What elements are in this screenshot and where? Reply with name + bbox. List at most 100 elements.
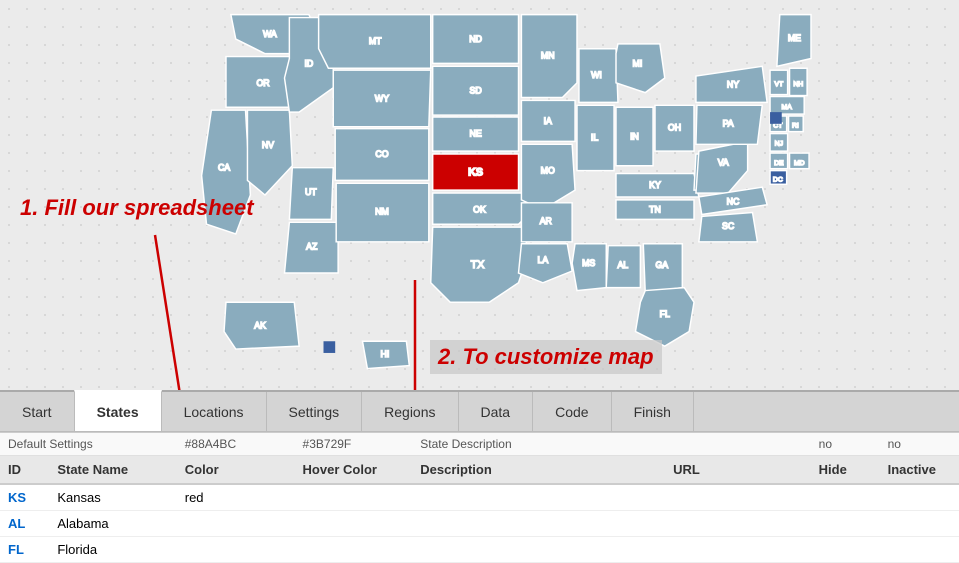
row-al-name[interactable]: Alabama (49, 511, 176, 537)
svg-text:CO: CO (375, 149, 388, 159)
svg-text:OK: OK (473, 205, 486, 215)
svg-text:OH: OH (668, 123, 681, 133)
svg-text:VA: VA (718, 158, 729, 168)
row-fl-hover[interactable] (295, 537, 413, 563)
svg-text:MA: MA (782, 104, 793, 111)
row-ks-url[interactable] (665, 484, 811, 511)
svg-text:AK: AK (254, 321, 266, 331)
tab-data[interactable]: Data (458, 392, 534, 431)
svg-text:AR: AR (540, 216, 552, 226)
tab-locations[interactable]: Locations (161, 392, 267, 431)
svg-text:NC: NC (727, 197, 740, 207)
instruction-2: 2. To customize map (430, 340, 662, 374)
svg-text:AL: AL (617, 260, 628, 270)
svg-text:UT: UT (305, 187, 317, 197)
row-ks-hide[interactable] (811, 484, 880, 511)
svg-text:KS: KS (468, 167, 483, 179)
tab-start[interactable]: Start (0, 392, 75, 431)
table-row: FL Florida (0, 537, 959, 563)
default-url (665, 433, 811, 456)
svg-text:SD: SD (470, 86, 482, 96)
row-al-id[interactable]: AL (0, 511, 49, 537)
table-row: KS Kansas red (0, 484, 959, 511)
svg-text:NV: NV (262, 140, 274, 150)
row-ks-inactive[interactable] (880, 484, 959, 511)
col-header-hide: Hide (811, 456, 880, 485)
ak-marker (324, 341, 336, 353)
row-fl-desc[interactable] (412, 537, 665, 563)
svg-text:IA: IA (544, 116, 552, 126)
svg-text:NH: NH (793, 81, 803, 88)
svg-text:NY: NY (727, 80, 739, 90)
svg-text:CA: CA (218, 163, 230, 173)
row-al-hover[interactable] (295, 511, 413, 537)
svg-text:PA: PA (723, 119, 734, 129)
svg-text:GA: GA (655, 260, 668, 270)
row-ks-name[interactable]: Kansas (49, 484, 176, 511)
col-header-id: ID (0, 456, 49, 485)
svg-text:WI: WI (591, 70, 602, 80)
row-al-desc[interactable] (412, 511, 665, 537)
svg-text:IN: IN (630, 131, 639, 141)
tab-code[interactable]: Code (532, 392, 611, 431)
row-al-color[interactable] (177, 511, 295, 537)
row-al-url[interactable] (665, 511, 811, 537)
svg-text:TX: TX (471, 259, 485, 271)
table-row: AL Alabama (0, 511, 959, 537)
row-fl-url[interactable] (665, 537, 811, 563)
row-fl-color[interactable] (177, 537, 295, 563)
svg-text:NE: NE (470, 128, 482, 138)
row-ks-desc[interactable] (412, 484, 665, 511)
row-al-hide[interactable] (811, 511, 880, 537)
row-fl-id[interactable]: FL (0, 537, 49, 563)
row-ks-hover[interactable] (295, 484, 413, 511)
default-label: Default Settings (0, 433, 177, 456)
col-header-color: Color (177, 456, 295, 485)
row-fl-inactive[interactable] (880, 537, 959, 563)
svg-text:TN: TN (649, 205, 661, 215)
svg-text:HI: HI (381, 349, 390, 359)
states-table: Default Settings #88A4BC #3B729F State D… (0, 433, 959, 563)
ny-marker (770, 112, 782, 124)
svg-text:NM: NM (375, 206, 389, 216)
svg-text:IL: IL (591, 132, 598, 142)
svg-text:MI: MI (633, 58, 643, 68)
svg-text:ND: ND (469, 34, 482, 44)
tab-finish[interactable]: Finish (611, 392, 694, 431)
tabs-bar: Start States Locations Settings Regions … (0, 390, 959, 432)
tab-settings[interactable]: Settings (266, 392, 363, 431)
default-description: State Description (412, 433, 665, 456)
default-hover-color: #3B729F (295, 433, 413, 456)
row-fl-hide[interactable] (811, 537, 880, 563)
default-hide: no (811, 433, 880, 456)
col-header-inactive: Inactive (880, 456, 959, 485)
row-al-inactive[interactable] (880, 511, 959, 537)
svg-text:VT: VT (774, 81, 783, 88)
svg-text:MT: MT (369, 36, 382, 46)
row-ks-id[interactable]: KS (0, 484, 49, 511)
row-ks-color[interactable]: red (177, 484, 295, 511)
instruction-1: 1. Fill our spreadsheet (20, 195, 254, 221)
svg-text:ME: ME (788, 33, 801, 43)
col-header-url: URL (665, 456, 811, 485)
table-area: Default Settings #88A4BC #3B729F State D… (0, 432, 959, 563)
default-color: #88A4BC (177, 433, 295, 456)
col-header-name: State Name (49, 456, 176, 485)
svg-text:KY: KY (649, 180, 661, 190)
svg-text:RI: RI (792, 123, 799, 130)
svg-text:WY: WY (375, 93, 389, 103)
default-inactive: no (880, 433, 959, 456)
tab-regions[interactable]: Regions (361, 392, 458, 431)
svg-text:LA: LA (538, 255, 549, 265)
svg-text:WA: WA (263, 29, 277, 39)
svg-text:ID: ID (304, 58, 313, 68)
svg-text:DE: DE (774, 160, 784, 167)
svg-text:SC: SC (722, 221, 734, 231)
row-fl-name[interactable]: Florida (49, 537, 176, 563)
svg-text:MN: MN (541, 50, 555, 60)
table-header-row: ID State Name Color Hover Color Descript… (0, 456, 959, 485)
svg-text:OR: OR (256, 78, 269, 88)
col-header-desc: Description (412, 456, 665, 485)
tab-states[interactable]: States (74, 390, 162, 431)
svg-text:DC: DC (773, 176, 783, 183)
